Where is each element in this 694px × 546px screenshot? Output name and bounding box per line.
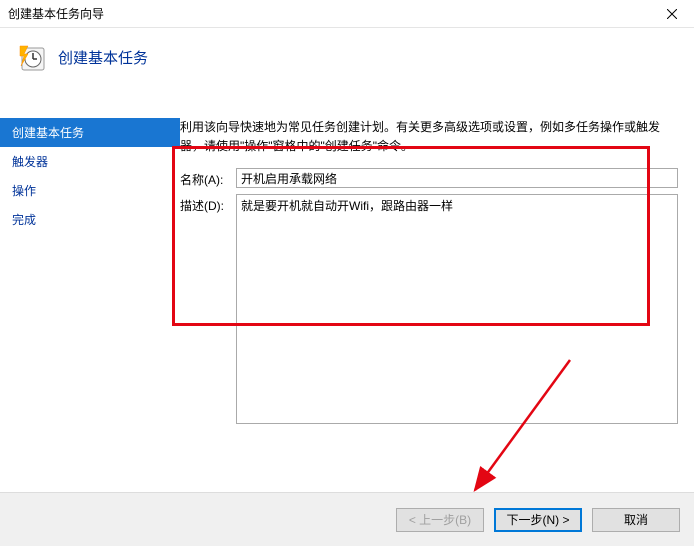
window-title: 创建基本任务向导 [8, 5, 104, 22]
sidebar-item-action[interactable]: 操作 [0, 176, 180, 205]
sidebar-item-create-basic-task[interactable]: 创建基本任务 [0, 118, 180, 147]
sidebar-item-label: 操作 [12, 184, 36, 198]
wizard-body: 创建基本任务 触发器 操作 完成 利用该向导快速地为常见任务创建计划。有关更多高… [0, 88, 694, 492]
wizard-footer: < 上一步(B) 下一步(N) > 取消 [0, 492, 694, 546]
wizard-title: 创建基本任务 [58, 47, 148, 68]
name-label: 名称(A): [180, 168, 236, 188]
back-button: < 上一步(B) [396, 508, 484, 532]
next-button[interactable]: 下一步(N) > [494, 508, 582, 532]
close-button[interactable] [649, 0, 694, 28]
sidebar-item-trigger[interactable]: 触发器 [0, 147, 180, 176]
sidebar-item-label: 完成 [12, 213, 36, 227]
sidebar-item-label: 触发器 [12, 155, 48, 169]
instruction-text: 利用该向导快速地为常见任务创建计划。有关更多高级选项或设置，例如多任务操作或触发… [180, 118, 678, 156]
wizard-sidebar: 创建基本任务 触发器 操作 完成 [0, 88, 180, 492]
name-row: 名称(A): [180, 168, 678, 188]
wizard-content: 利用该向导快速地为常见任务创建计划。有关更多高级选项或设置，例如多任务操作或触发… [180, 88, 694, 492]
sidebar-item-finish[interactable]: 完成 [0, 205, 180, 234]
description-label: 描述(D): [180, 194, 236, 214]
task-scheduler-icon [18, 42, 50, 74]
sidebar-item-label: 创建基本任务 [12, 126, 84, 140]
close-icon [667, 9, 677, 19]
titlebar: 创建基本任务向导 [0, 0, 694, 28]
description-row: 描述(D): 就是要开机就自动开Wifi，跟路由器一样 [180, 194, 678, 424]
cancel-button[interactable]: 取消 [592, 508, 680, 532]
wizard-header: 创建基本任务 [0, 28, 694, 88]
name-input[interactable] [236, 168, 678, 188]
description-input[interactable]: 就是要开机就自动开Wifi，跟路由器一样 [236, 194, 678, 424]
